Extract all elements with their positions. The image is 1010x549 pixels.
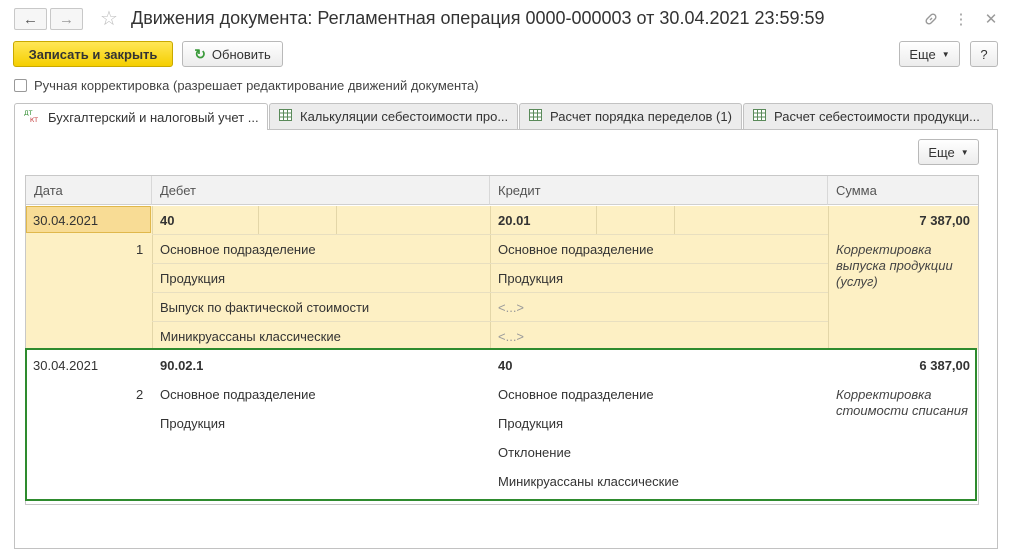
more-label: Еще	[909, 46, 936, 62]
panel-more-label: Еще	[928, 144, 955, 160]
svg-text:КТ: КТ	[30, 117, 38, 123]
column-divider	[152, 206, 153, 350]
row-number: 1	[136, 242, 144, 257]
row-divider	[152, 234, 828, 235]
arrow-left-icon: ←	[23, 10, 38, 28]
row-divider	[152, 263, 828, 264]
tab-label: Бухгалтерский и налоговый учет ...	[48, 109, 259, 125]
tab-label: Калькуляции себестоимости про...	[300, 109, 509, 124]
favorite-star-icon[interactable]: ☆	[98, 7, 120, 30]
column-divider	[258, 206, 259, 234]
panel-more-button[interactable]: Еще ▼	[918, 139, 979, 165]
credit-subconto: Продукция	[498, 271, 564, 286]
tab-label: Расчет себестоимости продукци...	[774, 109, 980, 124]
debit-subconto: Миникруассаны классические	[160, 329, 341, 344]
tab-cost-calculation[interactable]: Калькуляции себестоимости про...	[269, 103, 518, 129]
column-divider	[828, 206, 829, 350]
column-header-label: Дата	[34, 182, 63, 198]
table-icon	[279, 109, 292, 124]
column-header-label: Дебет	[160, 182, 196, 198]
dt-kt-icon: ДТ КТ	[24, 109, 40, 126]
comment-line: Корректировка	[836, 242, 932, 257]
window-title: Движения документа: Регламентная операци…	[131, 8, 825, 28]
refresh-icon: ↻	[194, 45, 206, 62]
amount-cell: 7 387,00	[919, 213, 970, 228]
comment-line: (услуг)	[836, 274, 878, 289]
more-vertical-icon[interactable]: ⋮	[950, 8, 972, 30]
dropdown-arrow-icon: ▼	[941, 49, 950, 59]
save-and-close-label: Записать и закрыть	[28, 46, 158, 62]
column-divider	[596, 206, 597, 234]
forward-button[interactable]: →	[50, 8, 83, 30]
column-header-amount[interactable]: Сумма	[828, 176, 978, 205]
table-icon	[753, 109, 766, 124]
column-header-label: Кредит	[498, 182, 541, 198]
row-divider	[152, 292, 828, 293]
column-divider	[336, 206, 337, 234]
manual-edit-checkbox[interactable]	[14, 79, 27, 92]
comment-line: выпуска продукции	[836, 258, 953, 273]
column-header-date[interactable]: Дата	[26, 176, 152, 205]
tab-label: Расчет порядка переделов (1)	[550, 109, 732, 124]
credit-account: 20.01	[498, 213, 531, 228]
highlight-frame	[25, 348, 977, 501]
link-icon[interactable]	[920, 8, 942, 30]
row-divider	[152, 321, 828, 322]
help-button[interactable]: ?	[970, 41, 998, 67]
manual-edit-label: Ручная корректировка (разрешает редактир…	[34, 78, 479, 93]
debit-subconto: Основное подразделение	[160, 242, 316, 257]
tab-stage-order[interactable]: Расчет порядка переделов (1)	[519, 103, 742, 129]
column-divider	[490, 206, 491, 350]
dropdown-arrow-icon: ▼	[960, 147, 969, 157]
credit-subconto-empty: <...>	[498, 300, 525, 315]
tab-product-cost[interactable]: Расчет себестоимости продукци...	[743, 103, 993, 129]
more-button[interactable]: Еще ▼	[899, 41, 960, 67]
date-cell: 30.04.2021	[33, 213, 99, 228]
credit-subconto-empty: <...>	[498, 329, 525, 344]
debit-subconto: Выпуск по фактической стоимости	[160, 300, 370, 315]
debit-account: 40	[160, 213, 175, 228]
svg-text:ДТ: ДТ	[24, 110, 33, 117]
debit-subconto: Продукция	[160, 271, 226, 286]
column-divider	[674, 206, 675, 234]
close-icon[interactable]: ✕	[980, 8, 1002, 30]
refresh-label: Обновить	[211, 46, 271, 62]
refresh-button[interactable]: ↻ Обновить	[182, 41, 283, 67]
table-icon	[529, 109, 542, 124]
back-button[interactable]: ←	[14, 8, 47, 30]
arrow-right-icon: →	[59, 10, 74, 28]
column-header-credit[interactable]: Кредит	[490, 176, 828, 205]
credit-subconto: Основное подразделение	[498, 242, 654, 257]
column-header-debit[interactable]: Дебет	[152, 176, 490, 205]
column-header-label: Сумма	[836, 182, 877, 198]
save-and-close-button[interactable]: Записать и закрыть	[13, 41, 173, 67]
tab-accounting[interactable]: ДТ КТ Бухгалтерский и налоговый учет ...	[14, 103, 268, 130]
help-label: ?	[980, 46, 988, 62]
